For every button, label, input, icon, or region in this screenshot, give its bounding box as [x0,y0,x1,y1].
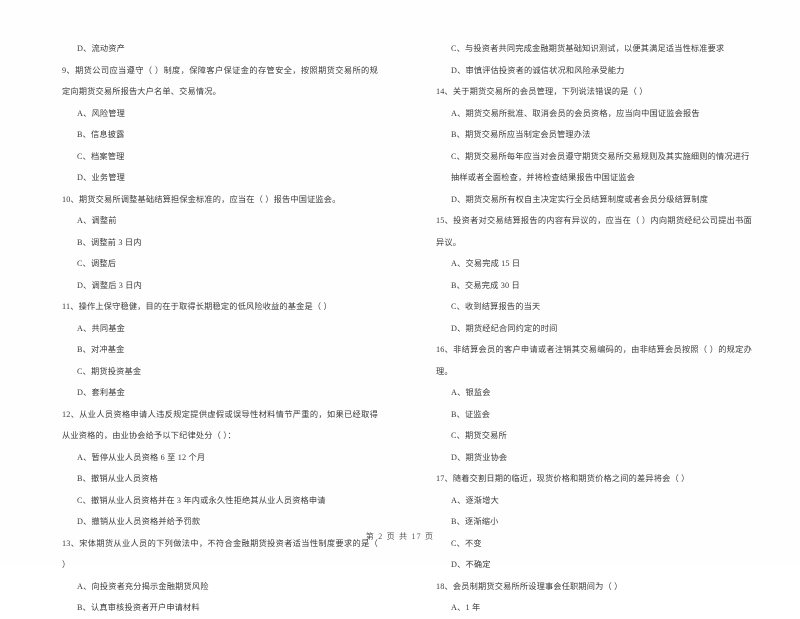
question-stem: 12、从业人员资格申请人违反规定提供虚假或误导性材料情节严重的，如果已经取得从业… [62,409,378,441]
question-stem: 9、期货公司应当遵守（ ）制度，保障客户保证金的存管安全，按照期货交易所的规定向… [62,65,378,97]
exam-page: D、流动资产 9、期货公司应当遵守（ ）制度，保障客户保证金的存管安全，按照期货交… [0,0,800,612]
question-option: B、调整前 3 日内 [77,237,142,247]
question-option: C、期货投资基金 [77,366,142,376]
question-option: B、交易完成 30 日 [451,280,520,290]
question-option: A、银监会 [451,388,491,397]
question-option: C、调整后 [77,259,117,268]
question-option: D、业务管理 [77,173,125,182]
question-option: C、期货交易所 [451,431,507,440]
question-stem: 17、随着交割日期的临近，现货价格和期货价格之间的差异将会（ ） [436,474,690,483]
question-option: A、1 年 [451,603,481,612]
question-option: A、调整前 [77,216,117,225]
right-column: C、与投资者共同完成金融期货基础知识测试，以便其满足适当性标准要求 D、审慎评估投… [400,38,800,612]
question-option: D、审慎评估投资者的诚信状况和风险承受能力 [451,65,625,75]
question-option: D、套利基金 [77,388,125,397]
question-stem: 16、非结算会员的客户申请或者注销其交易编码的，由非结算会员按照（ ）的规定办理… [436,345,752,376]
question-option: A、共同基金 [77,323,125,333]
question-stem: 18、会员制期货交易所所设理事会任职期间为（ ） [436,581,623,591]
question-option: D、调整后 3 日内 [77,280,143,290]
question-option: C、撤销从业人员资格并在 3 年内或永久性拒绝其从业人员资格申请 [77,495,326,505]
question-option: B、信息披露 [77,130,125,139]
question-option: D、期货业协会 [451,452,508,462]
question-option: D、期货交易所有权自主决定实行全员结算制度或者会员分级结算制度 [451,194,709,204]
question-stem: 14、关于期货交易所的会员管理，下列说法错误的是（ ） [436,87,648,96]
question-option: C、期货交易所每年应当对会员遵守期货交易所交易规则及其实施细则的情况进行抽样或者… [451,151,750,183]
question-option: A、期货交易所批准、取消会员的会员资格，应当向中国证监会报告 [451,108,700,118]
question-option: C、收到结算报告的当天 [451,302,541,311]
question-stem: 11、操作上保守稳健，目的在于取得长期稳定的低风险收益的基金是（ ） [62,302,332,311]
question-option: D、期货经纪合同约定的时间 [451,323,558,333]
question-option: C、与投资者共同完成金融期货基础知识测试，以便其满足适当性标准要求 [451,44,725,53]
question-option: A、逐渐增大 [451,495,499,505]
page-footer: 第 2 页 共 17 页 [365,532,435,541]
question-option: B、对冲基金 [77,345,125,354]
question-option: A、向投资者充分揭示金融期货风险 [77,581,209,591]
question-stem: 15、投资者对交易结算报告的内容有异议的，应当在（ ）内向期货经纪公司提出书面异… [436,216,752,247]
question-option: A、暂停从业人员资格 6 至 12 个月 [77,452,206,462]
question-option: B、撤销从业人员资格 [77,474,158,483]
question-option: B、期货交易所应当制定会员管理办法 [451,130,591,139]
question-option: B、认真审核投资者开户申请材料 [77,603,200,612]
question-option: C、档案管理 [77,151,125,161]
question-option: A、交易完成 15 日 [451,259,521,268]
question-option: B、逐渐缩小 [451,517,499,526]
question-option: B、证监会 [451,409,491,419]
question-stem: 10、期货交易所调整基础结算担保金标准的，应当在（ ）报告中国证监会。 [62,194,341,204]
left-column: D、流动资产 9、期货公司应当遵守（ ）制度，保障客户保证金的存管安全，按照期货交… [0,38,400,612]
question-option: D、撤销从业人员资格并给予罚款 [77,517,201,526]
question-option: A、风险管理 [77,108,125,118]
two-column-body: D、流动资产 9、期货公司应当遵守（ ）制度，保障客户保证金的存管安全，按照期货交… [0,38,800,612]
question-option: D、流动资产 [77,44,125,53]
